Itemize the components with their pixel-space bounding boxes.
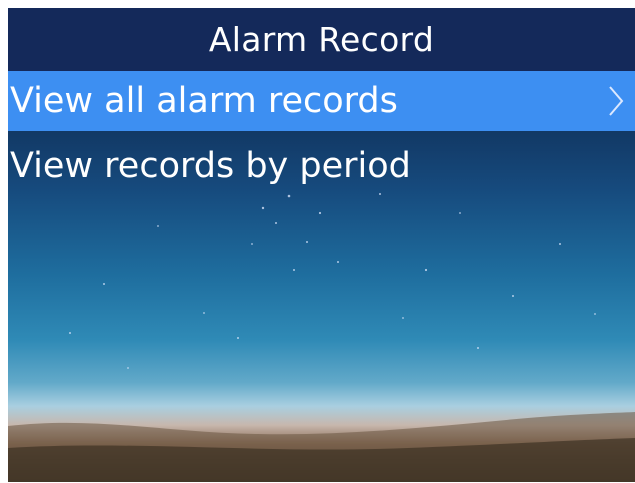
device-screen: Alarm Record View all alarm records View… (8, 8, 635, 482)
title-bar: Alarm Record (8, 8, 635, 71)
menu-item-view-all-alarm-records[interactable]: View all alarm records (8, 71, 635, 131)
menu-item-label: View records by period (10, 146, 411, 186)
chevron-right-icon (609, 86, 624, 116)
menu-item-view-records-by-period[interactable]: View records by period (8, 136, 635, 196)
page-title: Alarm Record (208, 20, 435, 59)
menu-item-label: View all alarm records (10, 81, 398, 121)
